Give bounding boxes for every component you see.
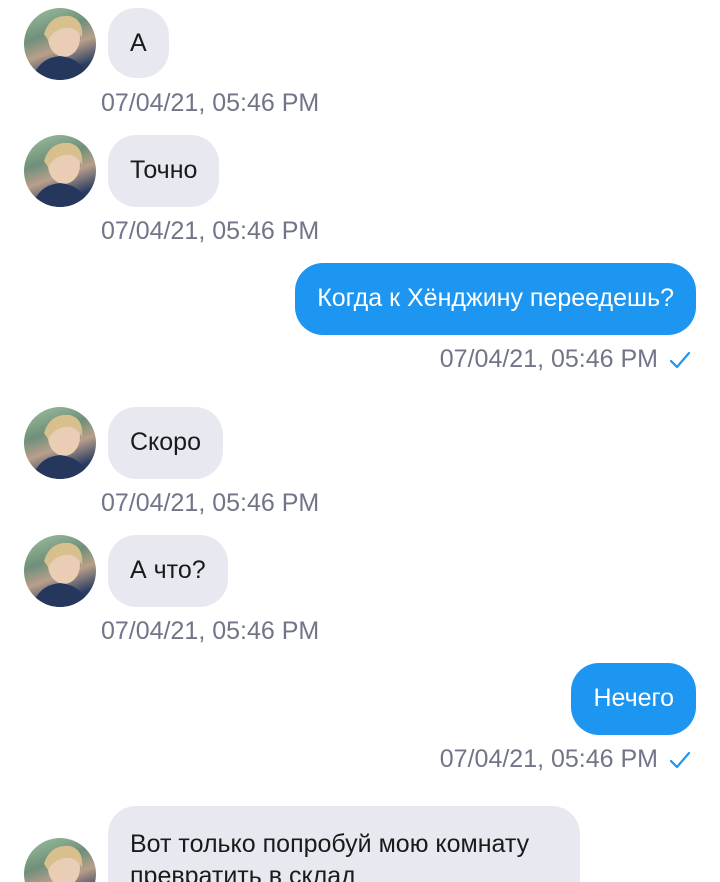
avatar-photo-icon [44,845,83,882]
message-bubble-incoming[interactable]: Вот только попробуй мою комнату преврати… [108,806,580,882]
contact-avatar[interactable] [24,8,96,80]
message-text: Вот только попробуй мою комнату преврати… [130,830,530,882]
avatar-photo-icon [32,542,90,607]
message-timestamp: 07/04/21, 05:46 PM [101,489,320,517]
message-text: А [130,29,147,57]
chat-thread: А 07/04/21, 05:46 PM Точно 07/04/21, 05:… [0,0,720,882]
contact-avatar[interactable] [24,407,96,479]
message-text: Нечего [593,684,674,712]
contact-avatar[interactable] [24,135,96,207]
message-timestamp: 07/04/21, 05:46 PM [439,745,658,773]
message-timestamp: 07/04/21, 05:46 PM [101,617,320,645]
contact-avatar[interactable] [24,535,96,607]
message-bubble-incoming[interactable]: Точно [108,135,220,207]
message-timestamp: 07/04/21, 05:46 PM [439,345,658,373]
message-bubble-outgoing[interactable]: Нечего [571,663,696,735]
avatar-photo-icon [32,15,90,80]
message-text: Точно [130,156,198,184]
contact-avatar[interactable] [24,838,96,882]
check-icon [669,751,691,769]
message-bubble-incoming[interactable]: А что? [108,535,228,607]
message-bubble-outgoing[interactable]: Когда к Хёнджину переедешь? [295,263,696,335]
message-timestamp: 07/04/21, 05:46 PM [101,217,320,245]
message-timestamp: 07/04/21, 05:46 PM [101,89,320,117]
message-bubble-incoming[interactable]: А [108,8,169,78]
message-bubble-incoming[interactable]: Скоро [108,407,223,479]
message-text: Когда к Хёнджину переедешь? [317,284,674,312]
check-icon [669,351,691,369]
message-text: А что? [130,556,206,584]
avatar-photo-icon [32,142,90,207]
message-text: Скоро [130,428,201,456]
avatar-photo-icon [32,414,90,479]
